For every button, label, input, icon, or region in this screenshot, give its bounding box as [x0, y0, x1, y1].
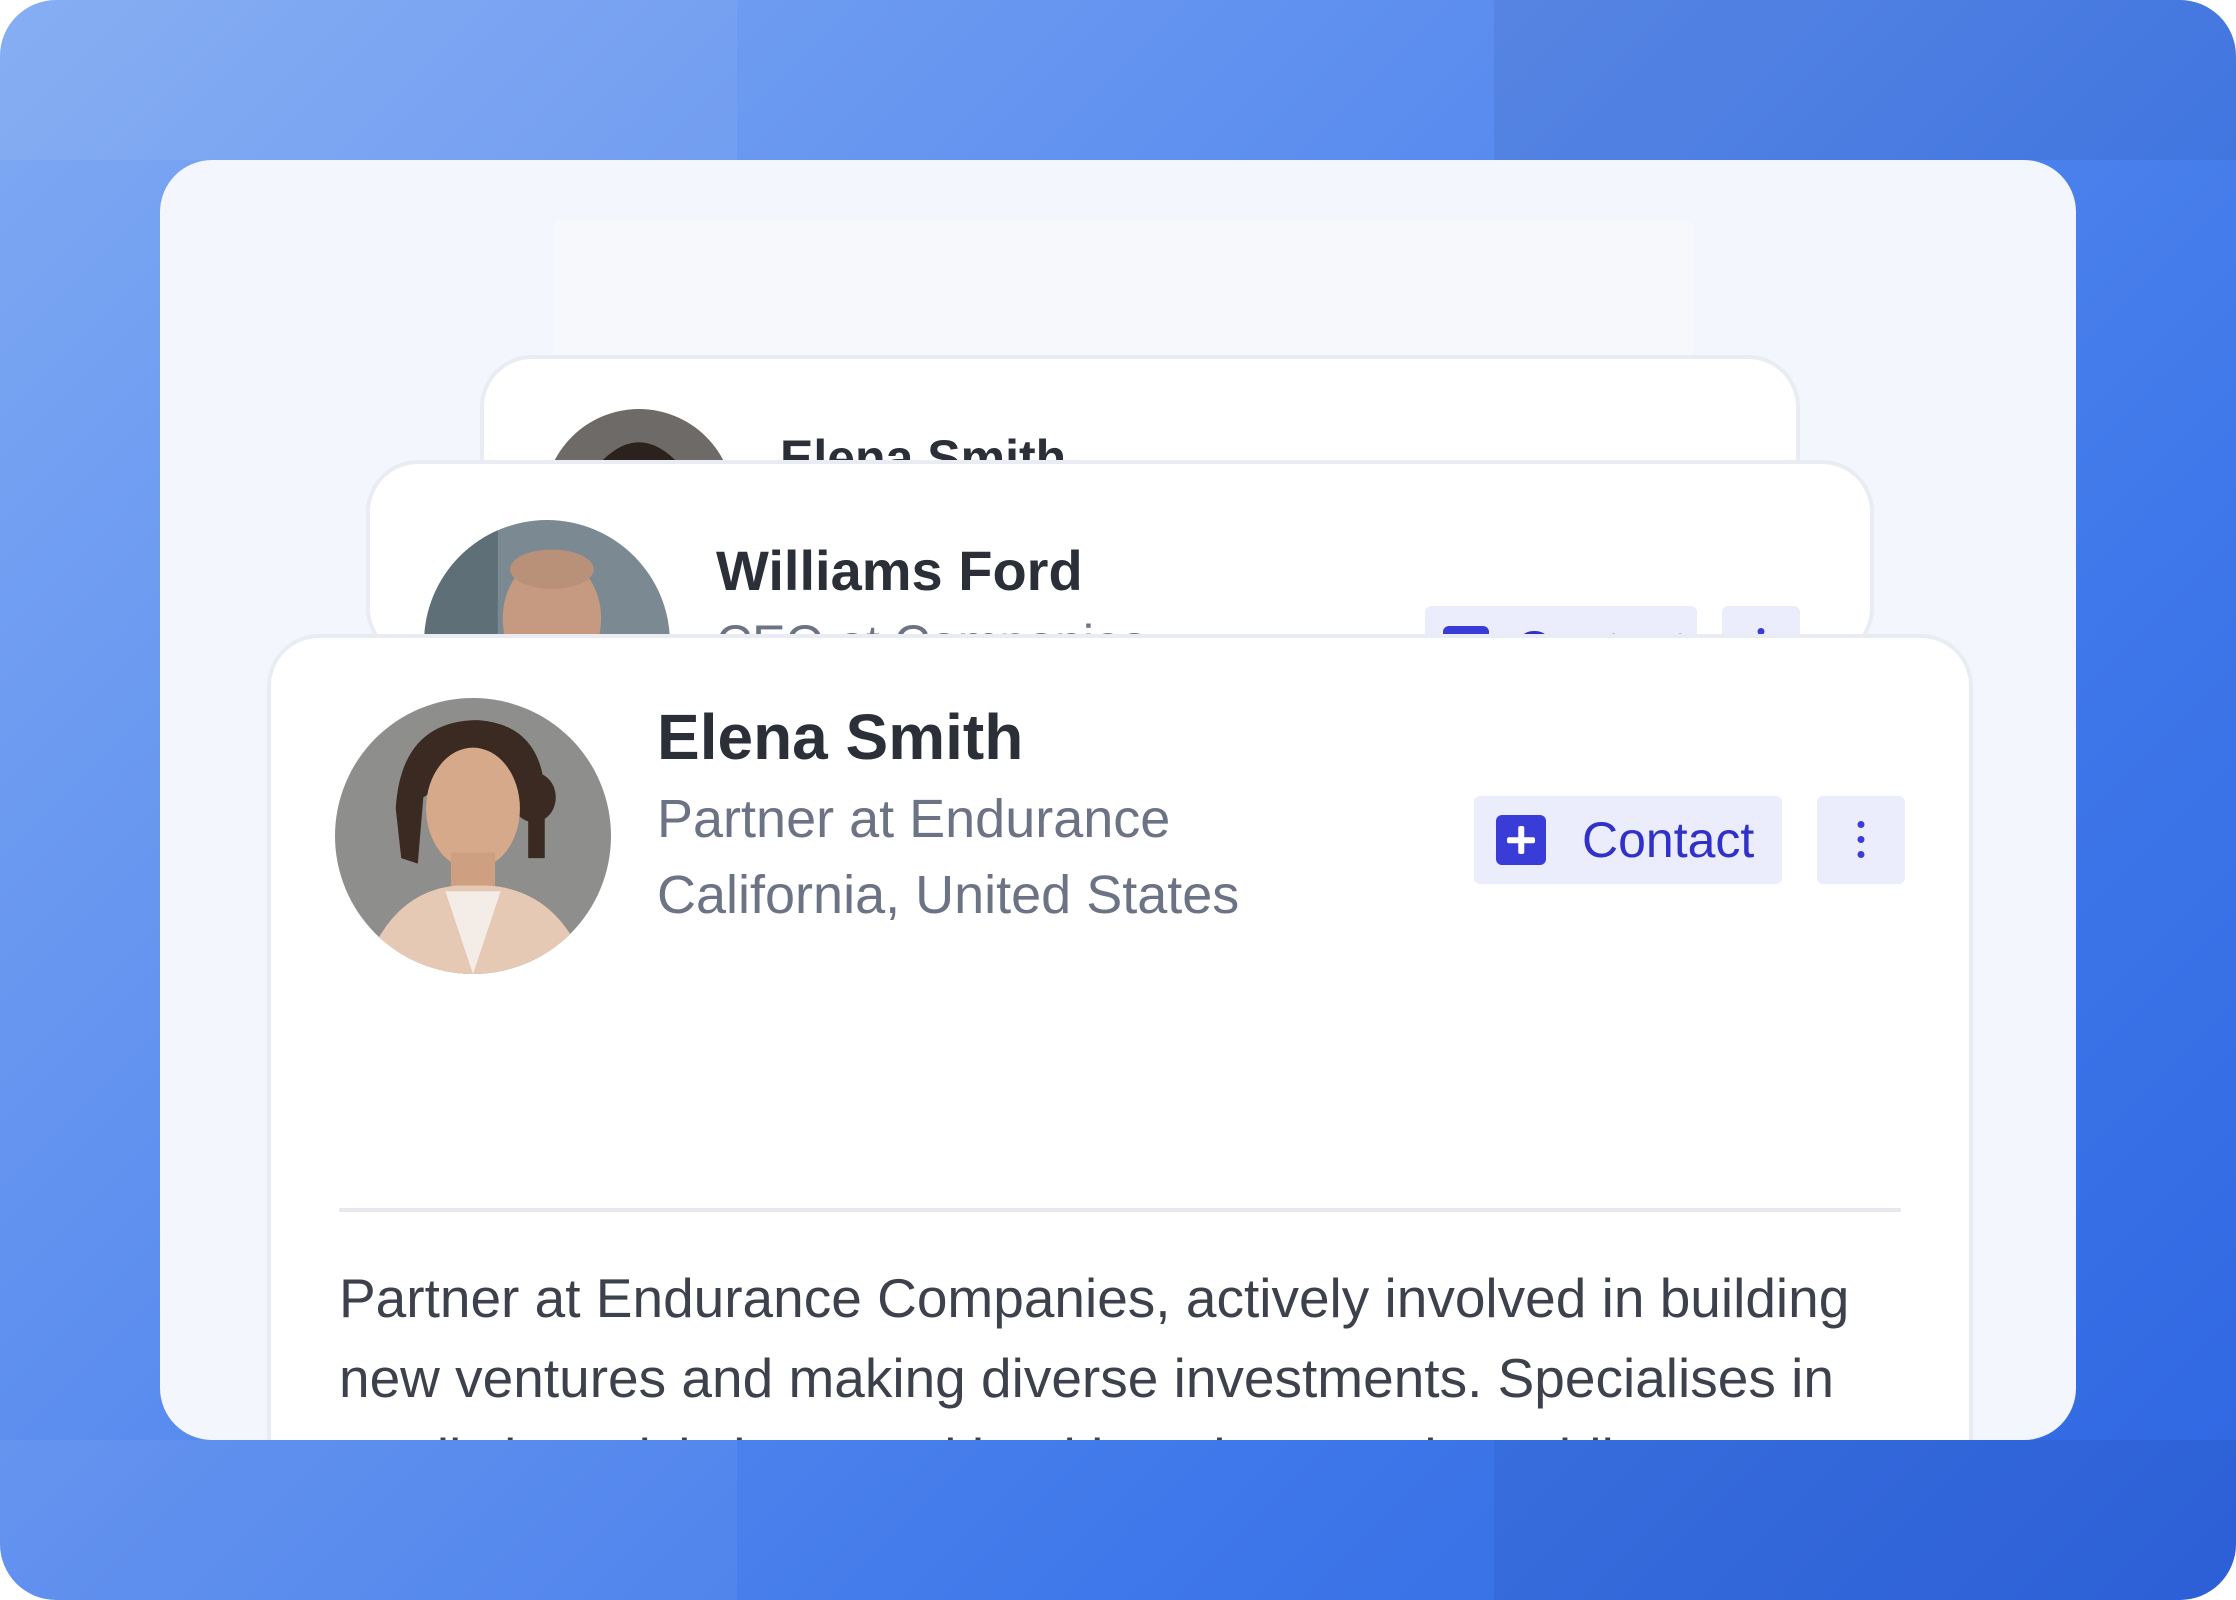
divider: [339, 1208, 1901, 1212]
more-options-button[interactable]: [1817, 796, 1905, 884]
contact-button[interactable]: Contact: [1474, 796, 1782, 884]
bg-tile: [1494, 0, 2236, 160]
profile-bio: Partner at Endurance Companies, actively…: [339, 1267, 1850, 1440]
more-vertical-icon: [1857, 821, 1865, 828]
person-photo-icon: [335, 698, 611, 974]
more-vertical-icon: [1857, 836, 1865, 843]
contact-label: Contact: [1582, 812, 1755, 868]
bg-tile: [0, 0, 737, 160]
profile-title: Partner at Endurance: [657, 789, 1171, 849]
avatar: [335, 698, 611, 974]
bg-tile: [0, 1440, 737, 1600]
profile-name: Elena Smith: [657, 701, 1024, 773]
profile-location: California, United States: [657, 865, 1240, 925]
plus-square-icon: [1496, 815, 1546, 865]
cards-panel: Elena Smith Williams Ford CEO at Compani…: [160, 160, 2076, 1440]
profile-card-elena[interactable]: Elena Smith Partner at Endurance Califor…: [267, 634, 1973, 1440]
bg-tile: [1494, 1440, 2236, 1600]
profile-name: Williams Ford: [716, 539, 1083, 602]
profile-card-williams[interactable]: Williams Ford CEO at Companies Contact: [366, 460, 1874, 660]
more-vertical-icon: [1857, 851, 1865, 858]
